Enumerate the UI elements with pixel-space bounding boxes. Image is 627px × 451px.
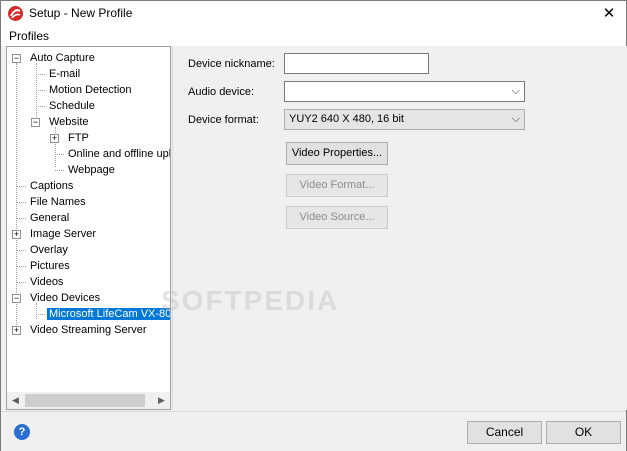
tree-item[interactable]: E-mail <box>47 66 82 82</box>
tree-item-label: Auto Capture <box>30 52 95 64</box>
chevron-down-icon: ⌵ <box>511 113 520 125</box>
tree-item[interactable]: Video Streaming Server <box>28 322 149 338</box>
tree-item-label: Microsoft LifeCam VX-800 <box>47 308 170 320</box>
tree-item[interactable]: Image Server <box>28 226 98 242</box>
cancel-button[interactable]: Cancel <box>467 421 542 444</box>
tree-expander-icon[interactable]: − <box>31 118 40 127</box>
tree-item[interactable]: Microsoft LifeCam VX-800 <box>47 306 170 322</box>
device-format-select[interactable]: YUY2 640 X 480, 16 bit ⌵ <box>284 109 525 130</box>
dialog-footer: ? Cancel OK <box>1 411 626 451</box>
ok-button[interactable]: OK <box>546 421 621 444</box>
tree-view: − Auto Capture E-mail Motion Detection Sched… <box>7 47 171 393</box>
tree-expander-icon[interactable]: − <box>12 294 21 303</box>
menu-bar: Profiles <box>1 27 626 46</box>
tree-item-label: Website <box>49 116 89 128</box>
tree-item[interactable]: Pictures <box>28 258 72 274</box>
video-format-button[interactable]: Video Format... <box>286 174 388 197</box>
video-source-button[interactable]: Video Source... <box>286 206 388 229</box>
tree-item-label: FTP <box>68 132 89 144</box>
video-properties-button[interactable]: Video Properties... <box>286 142 388 165</box>
tree-item-label: Video Devices <box>30 292 101 304</box>
tree-item-label: Videos <box>30 276 64 288</box>
tree-item[interactable]: File Names <box>28 194 88 210</box>
tree-item-label: Schedule <box>49 100 95 112</box>
profile-tree[interactable]: − Auto Capture E-mail Motion Detection Sched… <box>6 46 171 410</box>
chevron-down-icon: ⌵ <box>511 85 520 97</box>
tree-item[interactable]: Webpage <box>66 162 117 178</box>
audio-device-label: Audio device: <box>188 86 255 98</box>
nickname-field[interactable] <box>284 53 429 74</box>
tree-item-label: Overlay <box>30 244 68 256</box>
tree-expander-icon[interactable]: − <box>12 54 21 63</box>
tree-item[interactable]: Online and offline uplc <box>66 146 171 162</box>
tree-horizontal-scrollbar[interactable]: ◀ ▶ <box>7 392 170 409</box>
tree-item[interactable]: Video Devices <box>28 290 102 306</box>
tree-item-label: Captions <box>30 180 74 192</box>
tree-item-label: Video Streaming Server <box>30 324 147 336</box>
tree-item-label: Pictures <box>30 260 70 272</box>
tree-item-label: File Names <box>30 196 86 208</box>
tree-expander-icon[interactable]: + <box>50 134 59 143</box>
tree-item[interactable]: Motion Detection <box>47 82 134 98</box>
tree-item[interactable]: Website <box>47 114 91 130</box>
help-icon[interactable]: ? <box>14 424 30 440</box>
device-settings-panel: Device nickname: Audio device: ⌵ Device … <box>172 46 627 410</box>
tree-item[interactable]: Schedule <box>47 98 97 114</box>
tree-item[interactable]: Overlay <box>28 242 70 258</box>
nickname-label: Device nickname: <box>188 58 275 70</box>
audio-device-select[interactable]: ⌵ <box>284 81 525 102</box>
window-title: Setup - New Profile <box>29 6 133 20</box>
scroll-left-arrow-icon[interactable]: ◀ <box>7 392 24 409</box>
tree-item[interactable]: Captions <box>28 178 75 194</box>
tree-item-label: Webpage <box>68 164 115 176</box>
tree-item[interactable]: Videos <box>28 274 65 290</box>
setup-window: Setup - New Profile ✕ Profiles − Auto Cap… <box>0 0 627 451</box>
app-logo-icon <box>8 6 23 21</box>
tree-item-label: Motion Detection <box>49 84 132 96</box>
watermark: SOFTPEDIA <box>161 285 340 316</box>
tree-item-label: Image Server <box>30 228 97 240</box>
tree-item-label: Online and offline uplc <box>68 148 171 160</box>
device-format-label: Device format: <box>188 114 259 126</box>
tree-item[interactable]: General <box>28 210 71 226</box>
close-button[interactable]: ✕ <box>592 1 626 27</box>
device-format-value: YUY2 640 X 480, 16 bit <box>289 113 404 125</box>
tree-expander-icon[interactable]: + <box>12 326 21 335</box>
tree-expander-icon[interactable]: + <box>12 230 21 239</box>
menu-profiles[interactable]: Profiles <box>9 29 49 43</box>
tree-item-label: E-mail <box>49 68 81 80</box>
tree-item-label: General <box>30 212 70 224</box>
scroll-right-arrow-icon[interactable]: ▶ <box>153 392 170 409</box>
scroll-thumb[interactable] <box>25 394 145 407</box>
tree-item[interactable]: Auto Capture <box>28 50 97 66</box>
tree-item[interactable]: FTP <box>66 130 91 146</box>
title-bar: Setup - New Profile ✕ <box>1 1 626 27</box>
